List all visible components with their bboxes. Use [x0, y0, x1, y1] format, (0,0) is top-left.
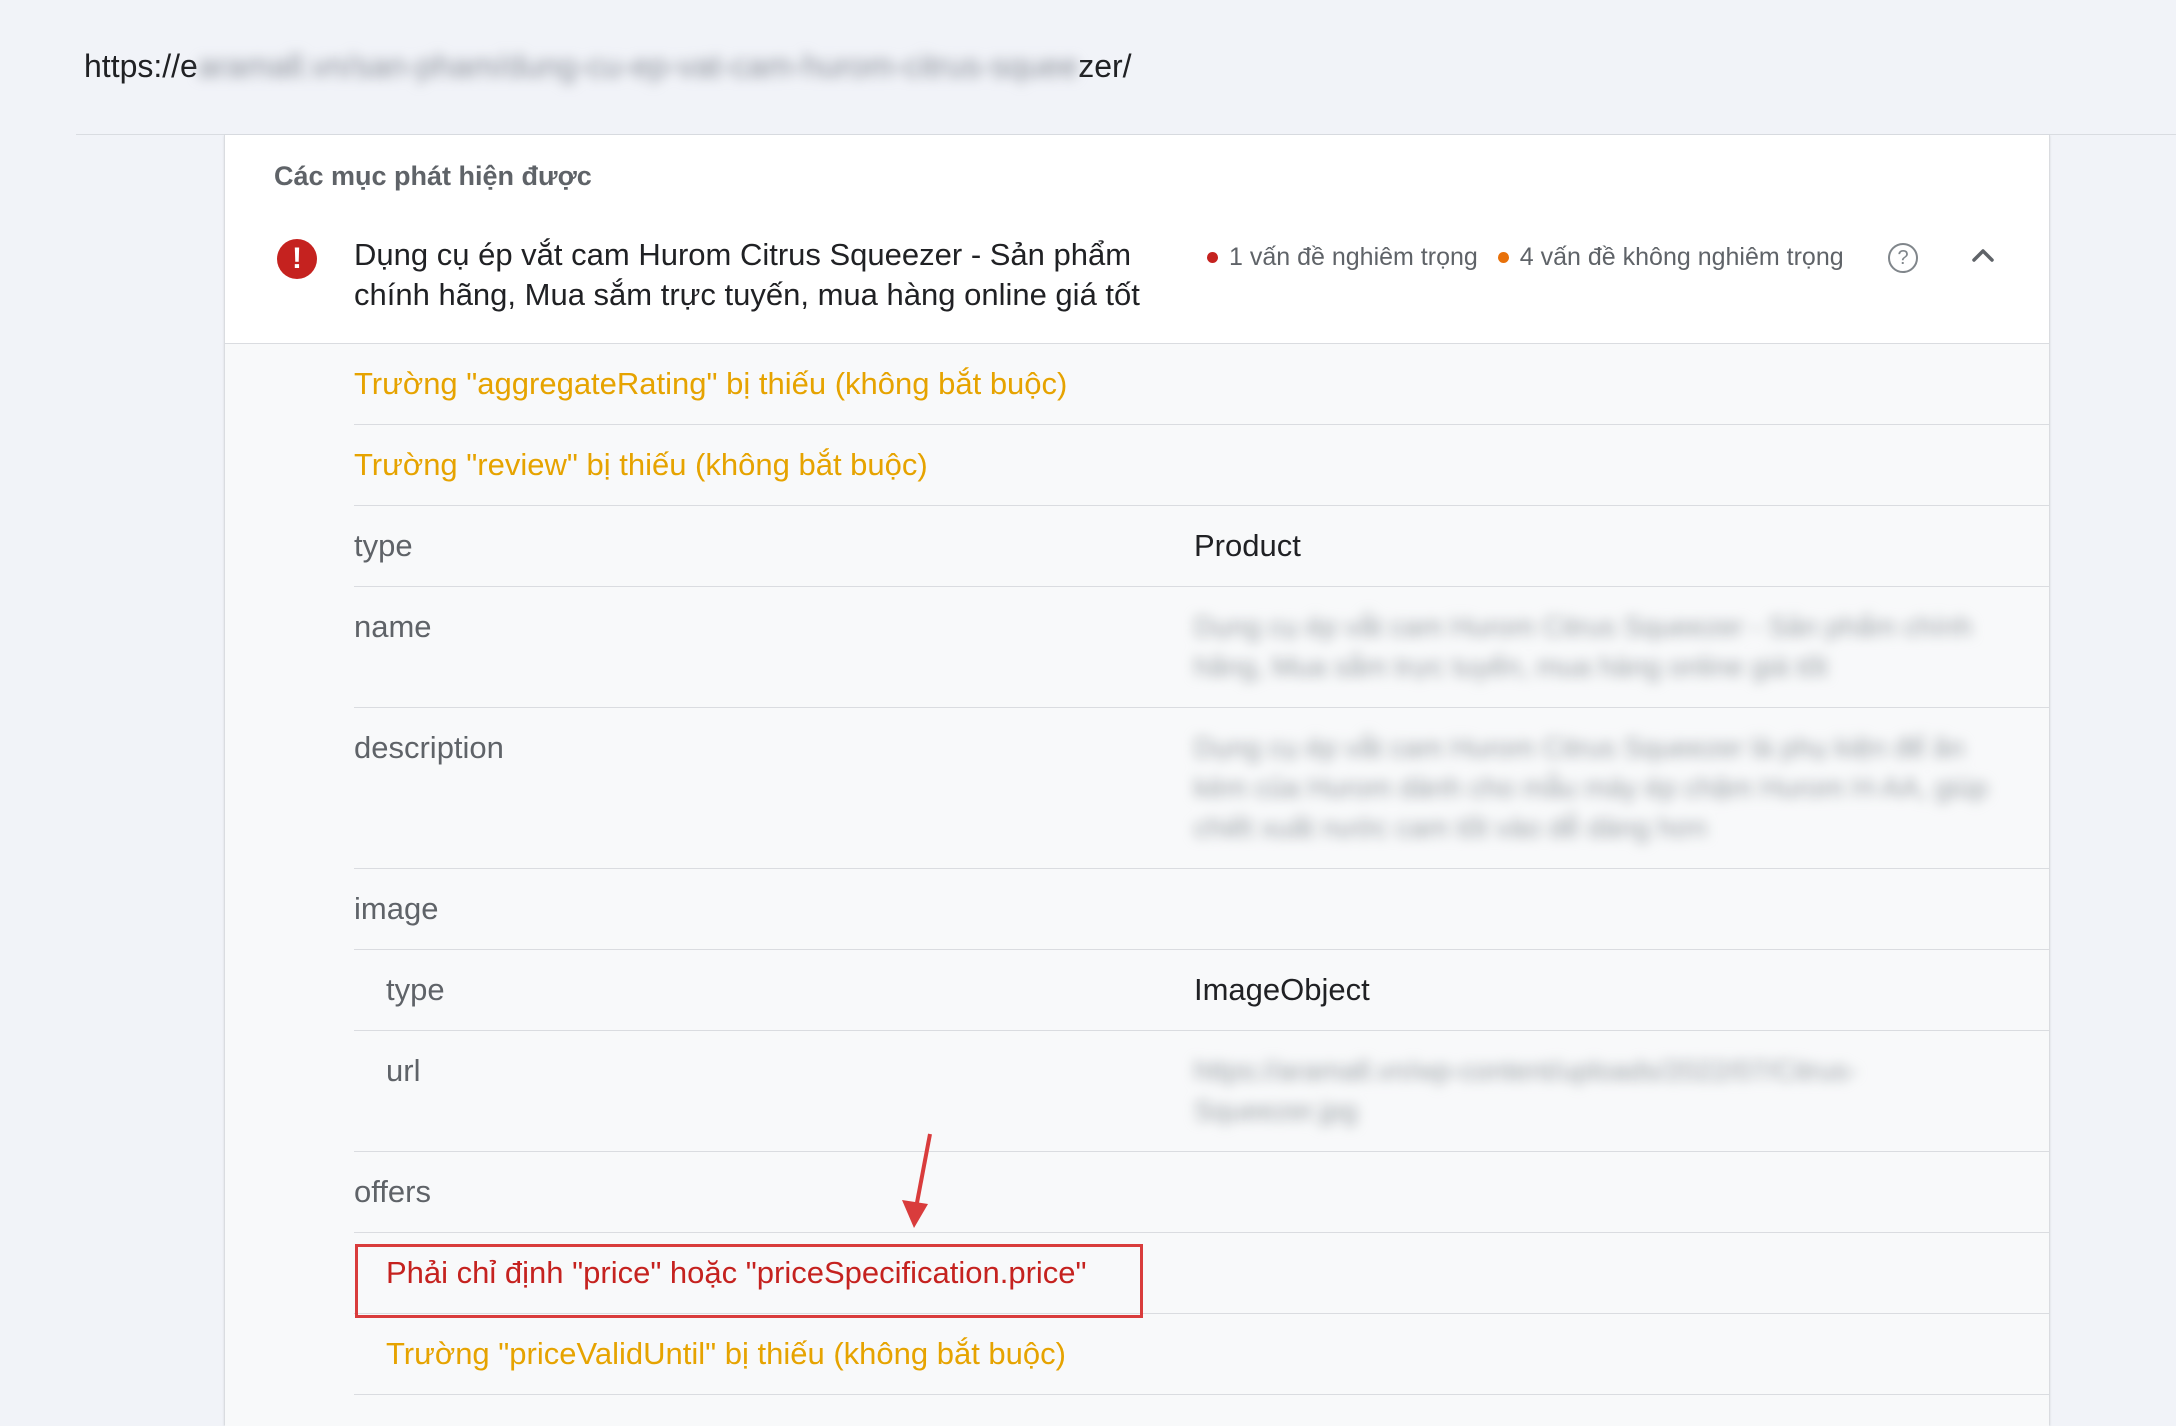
field-key-image: image [354, 891, 439, 926]
field-row-offers: offers [354, 1152, 2049, 1233]
help-icon[interactable]: ? [1888, 243, 1918, 273]
section-title: Các mục phát hiện được [274, 161, 592, 191]
warning-row-review[interactable]: Trường "review" bị thiếu (không bắt buộc… [354, 425, 2049, 506]
noncritical-dot-icon [1497, 252, 1509, 263]
critical-issues-count: 1 vấn đề nghiêm trọng [1229, 243, 1478, 271]
warning-aggregate-rating: Trường "aggregateRating" bị thiếu (không… [354, 366, 1068, 401]
warning-price-valid-until: Trường "priceValidUntil" bị thiếu (không… [386, 1336, 1066, 1371]
url-suffix: zer/ [1078, 48, 1132, 84]
url-prefix: https://e [84, 48, 198, 84]
issue-summary: 1 vấn đề nghiêm trọng 4 vấn đề không ngh… [1207, 243, 1844, 272]
detected-items-card: Các mục phát hiện được ! Dụng cụ ép vắt … [224, 135, 2050, 1426]
item-title[interactable]: Dụng cụ ép vắt cam Hurom Citrus Squeezer… [354, 235, 1174, 315]
field-key-name: name [354, 609, 432, 644]
field-row-type: type Product [354, 506, 2049, 587]
field-key-image-url: url [386, 1053, 421, 1088]
field-row-name: name Dụng cụ ép vắt cam Hurom Citrus Squ… [354, 587, 2049, 708]
field-value-name: Dụng cụ ép vắt cam Hurom Citrus Squeezer… [1194, 611, 1973, 682]
field-key-description: description [354, 730, 504, 765]
field-key-image-type: type [386, 972, 445, 1007]
field-value-image-url: https://aramall.vn/wp-content/uploads/20… [1194, 1055, 1858, 1126]
warning-row-aggregate-rating[interactable]: Trường "aggregateRating" bị thiếu (không… [354, 344, 2049, 425]
field-key-offers: offers [354, 1174, 431, 1209]
field-value-type: Product [1194, 528, 1301, 563]
field-value-description: Dụng cụ ép vắt cam Hurom Citrus Squeezer… [1194, 732, 1988, 843]
field-value-image-type: ImageObject [1194, 972, 1370, 1007]
field-row-image-url: url https://aramall.vn/wp-content/upload… [354, 1031, 2049, 1152]
field-key-type: type [354, 528, 413, 563]
noncritical-issues-count: 4 vấn đề không nghiêm trọng [1519, 243, 1844, 271]
field-row-description: description Dụng cụ ép vắt cam Hurom Cit… [354, 708, 2049, 869]
critical-dot-icon [1207, 252, 1218, 263]
chevron-up-icon[interactable] [1963, 235, 2003, 275]
warning-row-price-valid-until[interactable]: Trường "priceValidUntil" bị thiếu (không… [354, 1314, 2049, 1395]
price-error-highlight-box [355, 1244, 1143, 1318]
warning-review: Trường "review" bị thiếu (không bắt buộc… [354, 447, 928, 482]
field-row-image: image [354, 869, 2049, 950]
error-icon: ! [277, 239, 317, 279]
inspected-url: https://earamall.vn/san-pham/dung-cu-ep-… [84, 48, 1132, 85]
field-row-image-type: type ImageObject [354, 950, 2049, 1031]
url-obscured-part: aramall.vn/san-pham/dung-cu-ep-vat-cam-h… [197, 48, 1079, 84]
annotation-arrow-icon [902, 1133, 932, 1228]
